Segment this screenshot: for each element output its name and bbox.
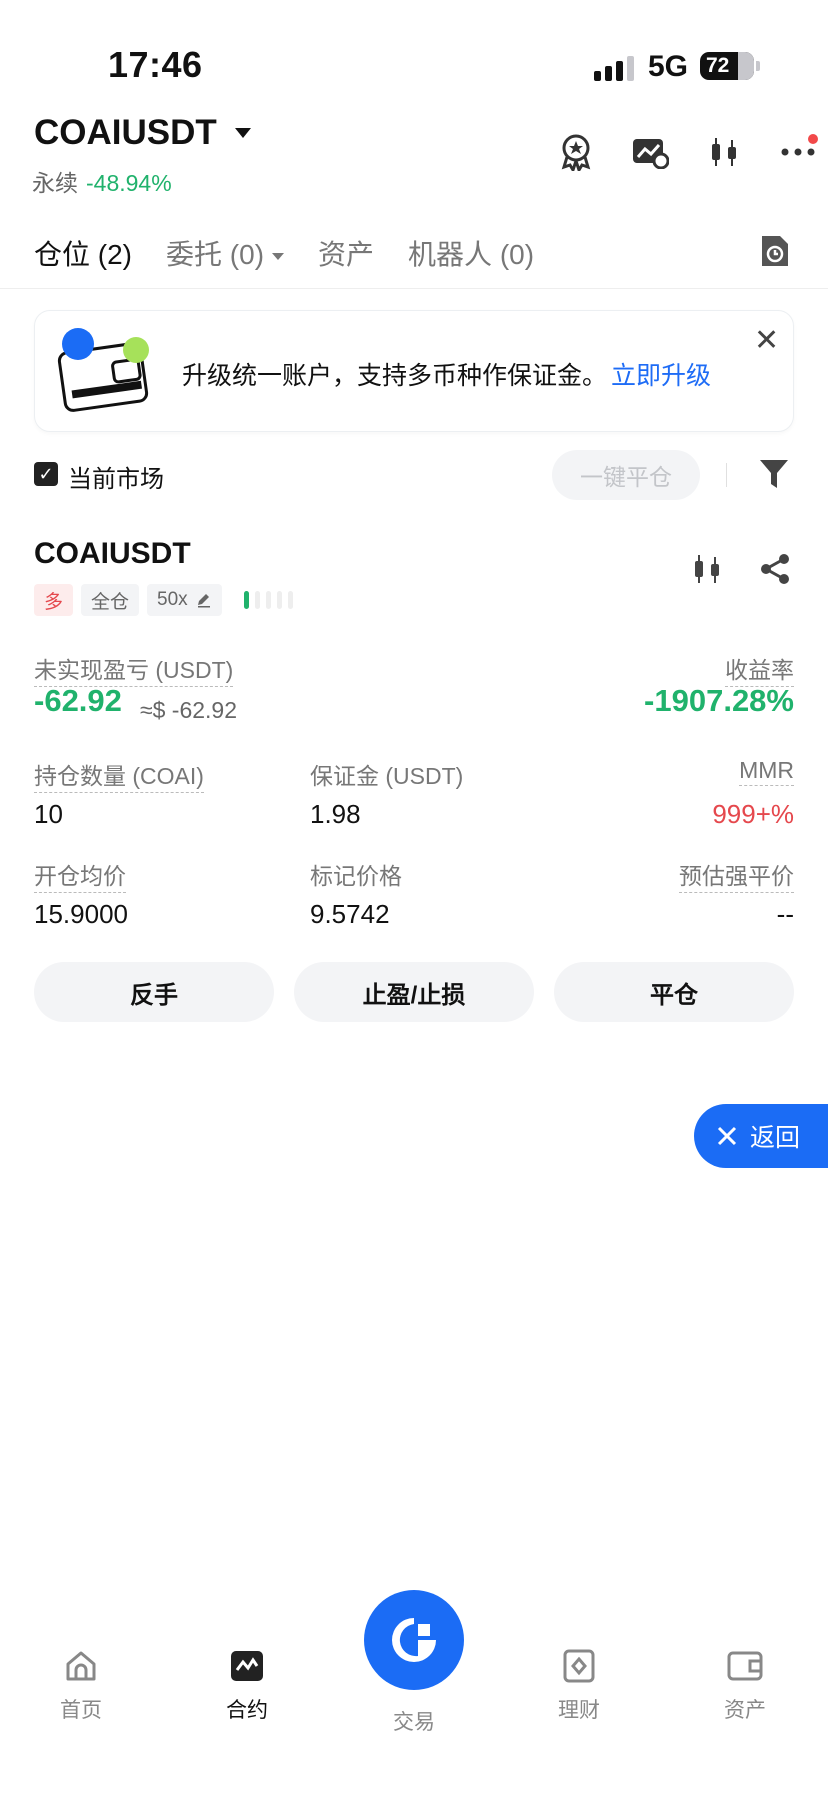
battery-icon: 72 [700, 52, 754, 80]
nav-assets[interactable]: 资产 [700, 1648, 790, 1724]
tab-orders[interactable]: 委托 (0) [166, 233, 285, 273]
trade-icon [392, 1618, 436, 1662]
battery-tip [756, 61, 760, 71]
banner-text: 升级统一账户，支持多币种作保证金。 [182, 362, 608, 390]
banner-message: 升级统一账户，支持多币种作保证金。 立即升级 [182, 356, 711, 392]
reverse-button[interactable]: 反手 [34, 962, 274, 1022]
unrealized-pnl-value: -62.92 [34, 683, 122, 718]
tab-bots[interactable]: 机器人 (0) [408, 233, 534, 273]
network-type: 5G [648, 50, 689, 83]
nav-trade-label: 交易 [393, 1711, 435, 1734]
trade-button[interactable] [364, 1590, 464, 1690]
mark-price-value: 9.5742 [310, 899, 390, 929]
history-doc-icon[interactable] [758, 234, 790, 268]
candlestick-icon[interactable] [690, 552, 724, 591]
entry-price-value: 15.9000 [34, 899, 128, 929]
roe-label: 收益率 [725, 651, 794, 687]
leverage-value: 50x [157, 589, 188, 610]
liq-price-label: 预估强平价 [679, 857, 794, 893]
nav-futures[interactable]: 合约 [202, 1648, 292, 1724]
leverage-badge[interactable]: 50x [147, 584, 222, 616]
nav-earn[interactable]: 理财 [534, 1648, 624, 1724]
tab-orders-label: 委托 (0) [166, 239, 265, 270]
adl-indicator [243, 591, 293, 609]
caret-down-icon [272, 253, 285, 261]
liq-price-value: -- [776, 899, 794, 929]
chevron-down-icon [234, 128, 251, 138]
filter-icon[interactable] [758, 456, 790, 492]
battery-level: 72 [706, 54, 730, 77]
close-position-button[interactable]: 平仓 [554, 962, 794, 1022]
earn-icon [563, 1649, 595, 1683]
mmr-value: 999+% [712, 799, 794, 829]
entry-price-label: 开仓均价 [34, 857, 126, 893]
position-symbol[interactable]: COAIUSDT [34, 537, 191, 571]
contract-type: 永续 [32, 170, 78, 196]
wallet-illustration-icon [56, 326, 154, 423]
size-label: 持仓数量 (COAI) [34, 757, 204, 793]
return-label: 返回 [750, 1124, 801, 1152]
mark-price-label: 标记价格 [310, 863, 402, 889]
signal-icon [594, 56, 634, 81]
candlestick-icon[interactable] [704, 132, 744, 172]
chart-alert-icon[interactable] [630, 132, 670, 172]
symbol-selector[interactable]: COAIUSDT [34, 113, 251, 153]
current-market-checkbox[interactable]: ✓ [34, 462, 58, 486]
nav-home-label: 首页 [60, 1699, 102, 1722]
nav-earn-label: 理财 [558, 1699, 600, 1722]
close-icon[interactable]: ✕ [754, 326, 779, 356]
position-tags: 多 全仓 50x [34, 584, 293, 616]
tabs-divider [0, 288, 828, 289]
more-icon[interactable] [778, 132, 818, 172]
current-market-label: 当前市场 [68, 466, 164, 493]
edit-icon [197, 594, 210, 608]
status-time: 17:46 [108, 44, 203, 85]
size-value: 10 [34, 799, 63, 829]
position-actions [690, 552, 792, 591]
tab-positions[interactable]: 仓位 (2) [34, 233, 132, 273]
contract-info: 永续 -48.94% [32, 164, 172, 198]
mmr-label: MMR [739, 757, 794, 786]
tpsl-button[interactable]: 止盈/止损 [294, 962, 534, 1022]
nav-futures-label: 合约 [226, 1699, 268, 1722]
return-button[interactable]: 返回 [694, 1104, 828, 1168]
nav-home[interactable]: 首页 [36, 1648, 126, 1724]
margin-label: 保证金 (USDT) [310, 763, 464, 789]
badge-icon[interactable] [556, 132, 596, 172]
filter-divider [726, 463, 727, 487]
close-all-button[interactable]: 一键平仓 [552, 450, 700, 500]
unrealized-pnl-usd: ≈$ -62.92 [140, 697, 238, 723]
close-icon [717, 1126, 737, 1146]
header-actions [556, 132, 818, 172]
margin-mode-badge: 全仓 [81, 584, 140, 616]
symbol-title: COAIUSDT [34, 113, 217, 152]
upgrade-link[interactable]: 立即升级 [611, 362, 711, 390]
wallet-icon [727, 1651, 763, 1681]
price-change: -48.94% [86, 170, 172, 196]
futures-icon [231, 1651, 263, 1681]
notification-dot [808, 134, 818, 144]
unrealized-pnl-label: 未实现盈亏 (USDT) [34, 651, 234, 687]
roe-value: -1907.28% [644, 683, 794, 718]
nav-assets-label: 资产 [724, 1699, 766, 1722]
margin-value: 1.98 [310, 799, 361, 829]
share-icon[interactable] [758, 552, 792, 591]
home-icon [66, 1651, 96, 1681]
tab-assets[interactable]: 资产 [318, 233, 374, 273]
side-badge: 多 [34, 584, 74, 616]
position-tabs: 仓位 (2) 委托 (0) 资产 机器人 (0) [34, 233, 534, 273]
